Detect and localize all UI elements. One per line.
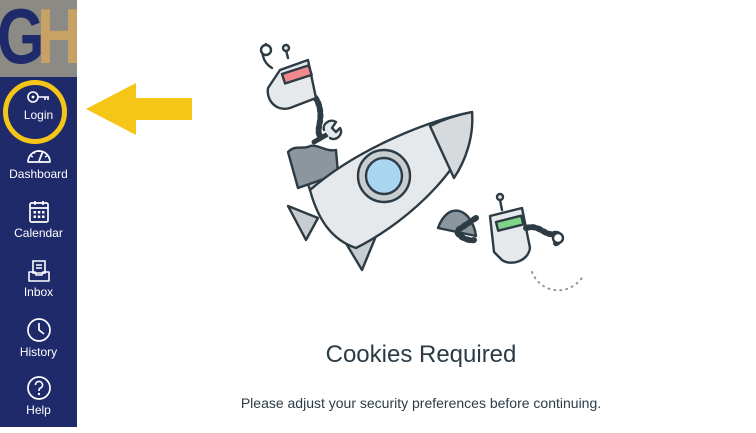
- dashboard-gauge-icon: [26, 150, 51, 163]
- inbox-icon: [27, 260, 50, 282]
- sidebar-item-calendar[interactable]: Calendar: [0, 200, 77, 258]
- sidebar-item-label: Help: [26, 403, 51, 417]
- page-message: Please adjust your security preferences …: [240, 395, 602, 411]
- sidebar-item-help[interactable]: Help: [0, 375, 77, 433]
- sidebar-item-inbox[interactable]: Inbox: [0, 259, 77, 317]
- login-highlight-ring: [3, 80, 67, 144]
- sidebar-item-label: Calendar: [14, 226, 63, 240]
- sidebar-item-label: Inbox: [23, 285, 54, 299]
- logo-letter-g: G: [0, 0, 44, 77]
- sidebar-item-history[interactable]: History: [0, 317, 77, 375]
- page-title: Cookies Required: [325, 341, 517, 368]
- global-navigation: G H Login Dashboard Calendar Inbox Histo…: [0, 0, 77, 427]
- logo-letter-h: H: [37, 0, 77, 77]
- clock-icon: [26, 318, 51, 342]
- sidebar-item-label: History: [19, 345, 58, 359]
- sidebar-item-label: Dashboard: [9, 167, 68, 181]
- rocket-robots-illustration: [259, 42, 583, 292]
- sidebar-item-dashboard[interactable]: Dashboard: [0, 145, 77, 203]
- help-icon: [26, 376, 51, 400]
- arrow-left-icon: [86, 83, 192, 135]
- institution-logo[interactable]: G H: [0, 0, 77, 77]
- calendar-icon: [28, 201, 49, 223]
